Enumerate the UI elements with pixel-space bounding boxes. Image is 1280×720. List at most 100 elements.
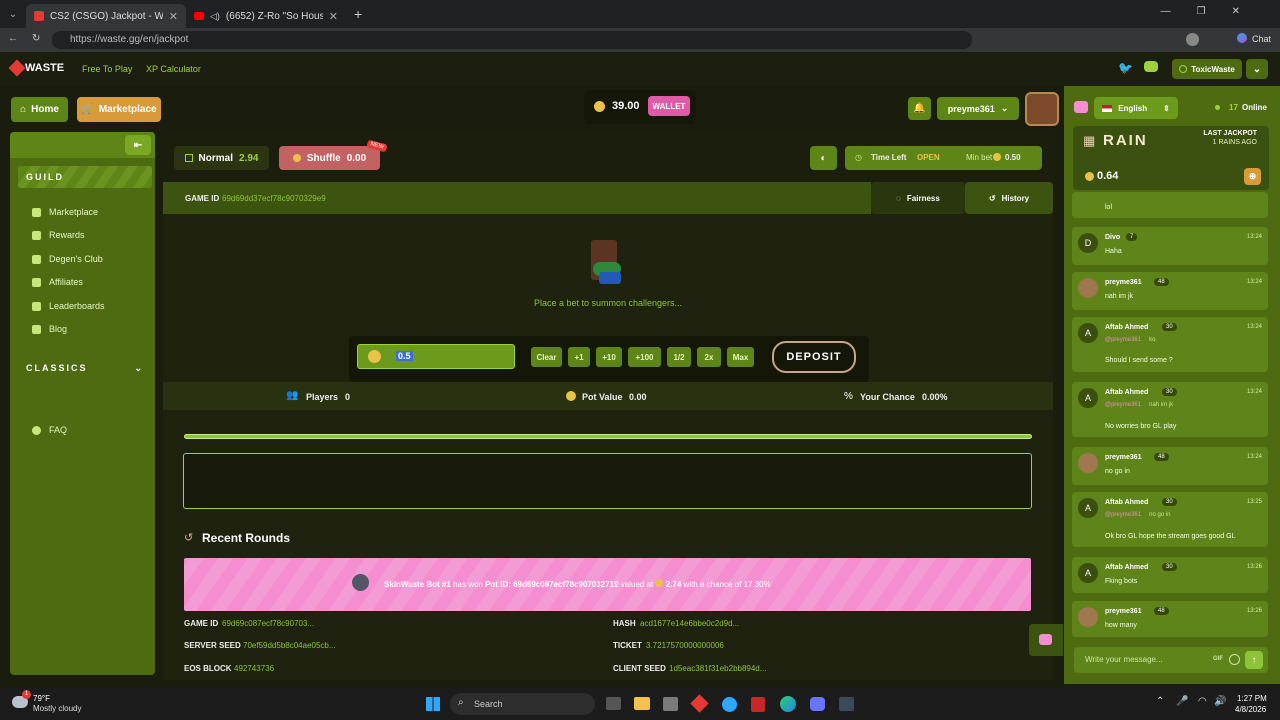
clock-date[interactable]: 4/8/2026 xyxy=(1235,705,1266,714)
sidebar-item-label: Blog xyxy=(49,324,68,334)
message-author[interactable]: Aftab Ahmed xyxy=(1105,499,1148,506)
discord-taskbar-icon[interactable] xyxy=(810,697,825,711)
sidebar-item-leaderboards[interactable]: Leaderboards xyxy=(32,301,105,311)
wallet-button[interactable]: WALLET xyxy=(648,96,690,116)
fairness-button[interactable]: ◌ Fairness xyxy=(871,182,965,214)
volume-icon[interactable]: 🔊 xyxy=(1214,696,1226,707)
detail-game-id-value[interactable]: 69d69c087ecf78c90703... xyxy=(222,619,314,628)
user-menu-label: ToxicWaste xyxy=(1191,64,1235,74)
site-logo[interactable]: WASTE xyxy=(25,62,64,74)
max-button[interactable]: Max xyxy=(727,347,754,367)
user-avatar[interactable]: A xyxy=(1078,388,1098,408)
chat-bubble-icon[interactable] xyxy=(1074,101,1088,113)
tab-list-icon[interactable]: ⌄ xyxy=(0,9,26,20)
message-author[interactable]: preyme361 xyxy=(1105,279,1142,286)
edge-icon[interactable] xyxy=(780,696,796,712)
plus-1-button[interactable]: +1 xyxy=(568,347,590,367)
url-field[interactable]: https://waste.gg/en/jackpot xyxy=(52,31,972,49)
window-controls[interactable]: —❐✕ xyxy=(1161,6,1266,17)
browser-tab-youtube[interactable]: ◁) (6652) Z-Ro "So Houston" Fea... ✕ xyxy=(186,4,346,28)
chat-label[interactable]: Chat xyxy=(1252,34,1271,44)
refresh-icon[interactable]: ↻ xyxy=(32,33,40,44)
close-tab-icon[interactable]: ✕ xyxy=(169,10,178,23)
half-button[interactable]: 1/2 xyxy=(667,347,691,367)
task-view-icon[interactable] xyxy=(606,697,621,710)
sidebar-item-marketplace[interactable]: Marketplace xyxy=(32,207,98,217)
detail-server-seed-value[interactable]: 70ef59dd5b8c04ae05cb... xyxy=(243,641,336,650)
sidebar-item-rewards[interactable]: Rewards xyxy=(32,230,85,240)
user-menu-button[interactable]: ToxicWaste xyxy=(1172,59,1242,79)
message-author[interactable]: preyme361 xyxy=(1105,454,1142,461)
emoji-icon[interactable] xyxy=(1229,654,1240,665)
user-avatar[interactable]: A xyxy=(1078,323,1098,343)
discord-icon[interactable] xyxy=(1144,61,1158,72)
gif-button[interactable]: GIF xyxy=(1213,656,1223,662)
collapse-sidebar-icon[interactable]: ⇤ xyxy=(125,135,151,155)
back-icon[interactable]: ← xyxy=(8,33,18,44)
file-explorer-icon[interactable] xyxy=(634,697,650,710)
close-tab-icon[interactable]: ✕ xyxy=(329,10,338,23)
message-author[interactable]: preyme361 xyxy=(1105,608,1142,615)
bet-amount-input[interactable]: 0.5 xyxy=(357,344,515,369)
speaker-icon[interactable]: ◁) xyxy=(210,11,220,22)
message-author[interactable]: Aftab Ahmed xyxy=(1105,389,1148,396)
sidebar-item-affiliates[interactable]: Affiliates xyxy=(32,277,83,287)
winner-banner[interactable]: SkinWaste Bot #1 has won Pot ID: 69d69c0… xyxy=(184,558,1031,611)
toggle-chat-button[interactable] xyxy=(1029,624,1063,656)
chat-input[interactable]: Write your message... GIF ↑ xyxy=(1074,647,1268,673)
xp-calculator-link[interactable]: XP Calculator xyxy=(146,64,201,74)
classics-toggle[interactable]: CLASSICS ⌄ xyxy=(26,363,144,373)
microphone-icon[interactable]: 🎤 xyxy=(1176,696,1188,707)
app-icon[interactable] xyxy=(690,694,709,713)
mcafee-icon[interactable] xyxy=(751,697,765,712)
user-avatar[interactable] xyxy=(1078,278,1098,298)
new-tab-icon[interactable]: + xyxy=(354,6,362,22)
app-icon[interactable] xyxy=(722,697,737,712)
message-author[interactable]: Aftab Ahmed xyxy=(1105,324,1148,331)
app-icon[interactable] xyxy=(839,697,854,711)
windows-start-icon[interactable] xyxy=(426,697,440,711)
notification-bell-icon[interactable]: 🔔 xyxy=(908,97,931,120)
plus-10-button[interactable]: +10 xyxy=(596,347,622,367)
copilot-icon[interactable] xyxy=(1237,33,1247,43)
sound-toggle-icon[interactable]: ◐ xyxy=(810,146,837,170)
tip-rain-button[interactable]: ⊕ xyxy=(1244,168,1261,185)
detail-hash-value[interactable]: acd1677e14e6bbe0c2d9d... xyxy=(640,619,739,628)
send-icon[interactable]: ↑ xyxy=(1245,651,1263,669)
user-avatar[interactable]: A xyxy=(1078,498,1098,518)
deposit-button[interactable]: DEPOSIT xyxy=(772,341,856,373)
free-to-play-link[interactable]: Free To Play xyxy=(82,64,132,74)
browser-tab-jackpot[interactable]: CS2 (CSGO) Jackpot - Waste Skins ✕ xyxy=(26,4,186,28)
tray-chevron-icon[interactable]: ⌃ xyxy=(1156,696,1164,707)
message-author[interactable]: Divo xyxy=(1105,234,1120,241)
sidebar-item-faq[interactable]: FAQ xyxy=(32,425,67,435)
language-select[interactable]: English ⇕ xyxy=(1094,97,1178,119)
user-avatar[interactable]: D xyxy=(1078,233,1098,253)
shuffle-mode-tab[interactable]: Shuffle 0.00 xyxy=(279,146,380,170)
clock-time[interactable]: 1:27 PM xyxy=(1237,694,1267,703)
history-button[interactable]: ↺ History xyxy=(965,182,1053,214)
profile-button[interactable]: preyme361 ⌄ xyxy=(937,97,1019,120)
home-button[interactable]: ⌂ Home xyxy=(11,97,68,122)
guild-banner[interactable]: GUILD xyxy=(18,166,152,188)
normal-mode-tab[interactable]: Normal 2.94 xyxy=(174,146,269,170)
taskbar-search[interactable]: ⌕ Search xyxy=(450,693,595,715)
detail-client-seed-value[interactable]: 1d5eac381f31eb2bb894d... xyxy=(669,664,766,673)
sidebar-item-degens-club[interactable]: Degen's Club xyxy=(32,254,103,264)
profile-avatar-icon[interactable] xyxy=(1186,33,1199,46)
message-author[interactable]: Aftab Ahmed xyxy=(1105,564,1148,571)
user-avatar[interactable] xyxy=(1078,453,1098,473)
detail-eos-value[interactable]: 492743736 xyxy=(234,664,274,673)
clear-button[interactable]: Clear xyxy=(531,347,562,367)
user-avatar[interactable] xyxy=(1078,607,1098,627)
user-avatar[interactable]: A xyxy=(1078,563,1098,583)
wifi-icon[interactable]: ◠ xyxy=(1198,696,1207,707)
store-icon[interactable] xyxy=(663,697,678,711)
twitter-icon[interactable]: 🐦 xyxy=(1118,61,1133,75)
double-button[interactable]: 2x xyxy=(697,347,721,367)
chevron-down-icon[interactable]: ⌄ xyxy=(1246,59,1268,79)
user-avatar[interactable] xyxy=(1025,92,1059,126)
sidebar-item-blog[interactable]: Blog xyxy=(32,324,67,334)
marketplace-button[interactable]: 🛒 Marketplace xyxy=(77,97,161,122)
plus-100-button[interactable]: +100 xyxy=(628,347,661,367)
